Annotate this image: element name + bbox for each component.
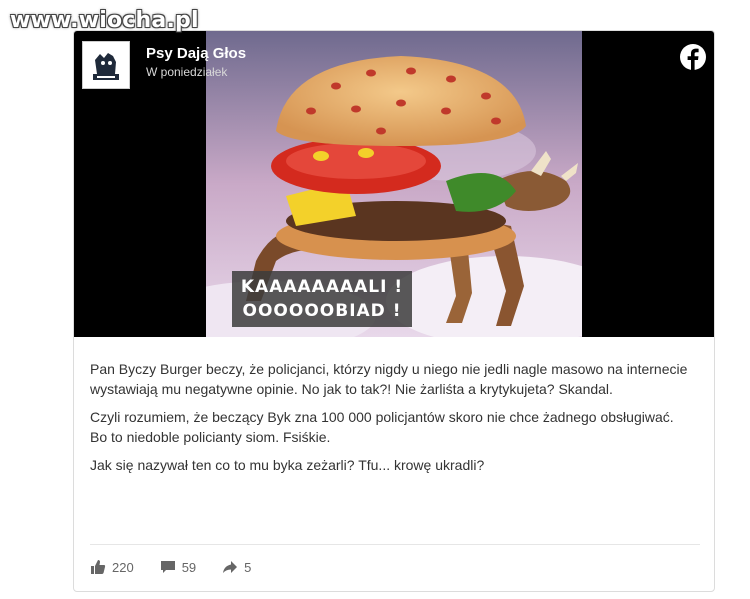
page-avatar[interactable] <box>82 41 130 89</box>
post-paragraph: Czyli rozumiem, że beczący Byk zna 100 0… <box>90 409 674 425</box>
comment-icon <box>160 561 175 573</box>
page-name[interactable]: Psy Dają Głos <box>146 45 246 63</box>
post-media: Psy Dają Głos W poniedziałek KAAAAAAAALI… <box>74 31 714 337</box>
post-paragraph: Pan Byczy Burger beczy, że policjanci, k… <box>90 361 688 397</box>
share-button[interactable]: 5 <box>222 559 251 575</box>
share-arrow-icon <box>223 561 238 573</box>
post-text: Pan Byczy Burger beczy, że policjanci, k… <box>90 359 702 483</box>
engagement-stats: 220 59 5 <box>90 559 277 575</box>
like-count: 220 <box>112 559 134 575</box>
post-paragraph: Jak się nazywał ten co to mu byka zeżarl… <box>90 457 485 473</box>
caption-line-2: OOOOOOBIAD ! <box>242 301 402 321</box>
post-header: Psy Dają Głos W poniedziałek <box>82 41 246 95</box>
divider <box>90 544 700 545</box>
comment-button[interactable]: 59 <box>160 559 196 575</box>
thumbs-up-icon <box>91 560 106 574</box>
image-caption: KAAAAAAAALI ! OOOOOOBIAD ! <box>232 271 412 327</box>
facebook-post-card: Psy Dają Głos W poniedziałek KAAAAAAAALI… <box>73 30 715 592</box>
watermark: www.wiocha.pl <box>10 8 199 33</box>
post-timestamp[interactable]: W poniedziałek <box>146 63 246 81</box>
facebook-icon[interactable] <box>679 43 707 71</box>
like-button[interactable]: 220 <box>90 559 134 575</box>
caption-line-1: KAAAAAAAALI ! <box>240 277 404 297</box>
share-count: 5 <box>244 559 252 575</box>
comment-count: 59 <box>181 559 197 575</box>
post-paragraph: Bo to niedoble policianty siom. Fsiśkie. <box>90 429 331 445</box>
